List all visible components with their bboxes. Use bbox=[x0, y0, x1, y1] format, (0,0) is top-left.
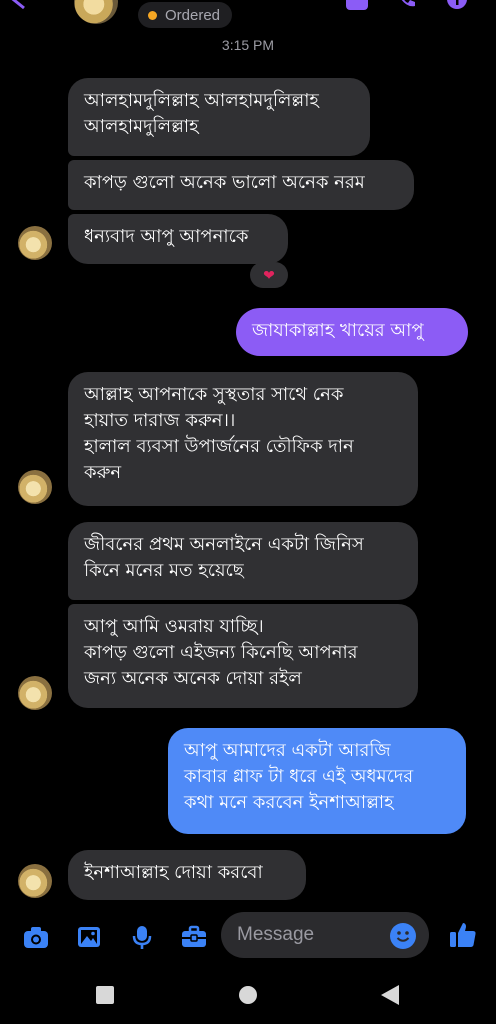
phone-call-icon[interactable] bbox=[396, 0, 418, 10]
video-call-icon[interactable] bbox=[346, 0, 368, 10]
contact-avatar[interactable] bbox=[18, 226, 52, 260]
emoji-icon[interactable] bbox=[390, 923, 416, 949]
back-arrow-icon[interactable] bbox=[10, 0, 30, 10]
system-navigation-bar bbox=[0, 964, 496, 1024]
info-icon[interactable] bbox=[446, 0, 468, 10]
thumbs-up-icon[interactable] bbox=[448, 920, 478, 950]
gallery-icon[interactable] bbox=[75, 923, 103, 951]
toolbox-icon[interactable] bbox=[180, 923, 208, 951]
recent-apps-icon[interactable] bbox=[96, 986, 114, 1004]
message-bubble-incoming[interactable]: আলহামদুলিল্লাহ আলহামদুলিল্লাহ আলহামদুলিল… bbox=[68, 78, 370, 156]
order-status-badge[interactable]: Ordered bbox=[138, 2, 233, 28]
message-composer bbox=[0, 908, 496, 964]
message-bubble-incoming[interactable]: আপু আমি ওমরায় যাচ্ছি। কাপড় গুলো এইজন্য… bbox=[68, 604, 418, 708]
message-bubble-outgoing[interactable]: আপু আমাদের একটা আরজি কাবার গ্লাফ টা ধরে … bbox=[168, 728, 466, 834]
microphone-icon[interactable] bbox=[128, 923, 156, 951]
contact-avatar[interactable] bbox=[18, 864, 52, 898]
message-timestamp: 3:15 PM bbox=[221, 37, 275, 53]
status-dot-icon bbox=[148, 10, 157, 20]
order-status-label: Ordered bbox=[165, 6, 221, 24]
message-bubble-incoming[interactable]: কাপড় গুলো অনেক ভালো অনেক নরম bbox=[68, 160, 414, 210]
heart-reaction-icon[interactable]: ❤ bbox=[250, 262, 288, 288]
back-icon[interactable] bbox=[381, 985, 399, 1005]
message-bubble-incoming[interactable]: ইনশাআল্লাহ দোয়া করবো bbox=[68, 850, 306, 900]
message-bubble-incoming[interactable]: ধন্যবাদ আপু আপনাকে bbox=[68, 214, 288, 264]
contact-avatar[interactable] bbox=[18, 470, 52, 504]
message-bubble-incoming[interactable]: জীবনের প্রথম অনলাইনে একটা জিনিস কিনে মনে… bbox=[68, 522, 418, 600]
contact-avatar[interactable] bbox=[18, 676, 52, 710]
message-bubble-outgoing[interactable]: জাযাকাল্লাহ খায়ের আপু bbox=[236, 308, 468, 356]
message-bubble-incoming[interactable]: আল্লাহ আপনাকে সুস্থতার সাথে নেক হায়াত দ… bbox=[68, 372, 418, 506]
camera-icon[interactable] bbox=[22, 923, 50, 951]
home-icon[interactable] bbox=[239, 986, 257, 1004]
contact-avatar[interactable] bbox=[74, 0, 118, 24]
chat-header: Ordered bbox=[0, 0, 496, 34]
